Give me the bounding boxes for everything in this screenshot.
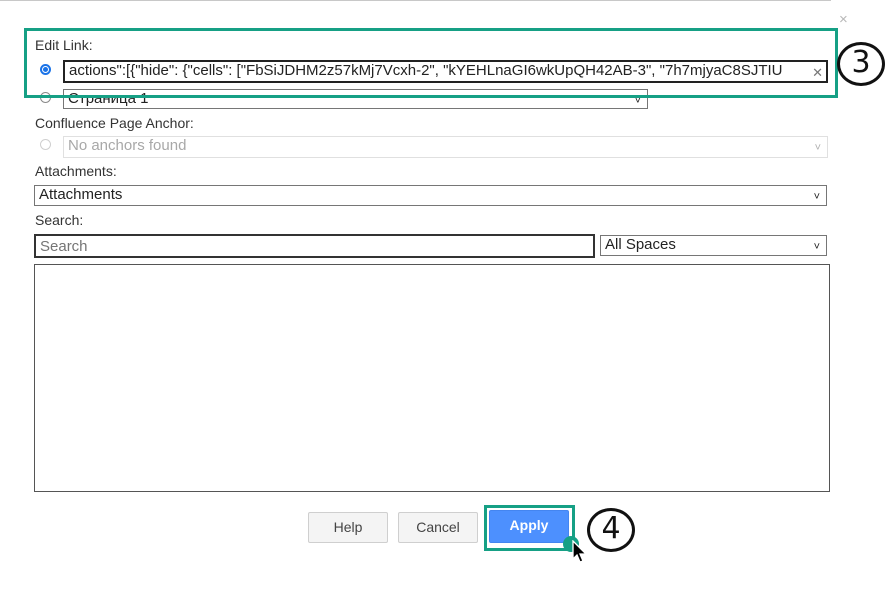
anchor-select: No anchors found ˅ — [63, 136, 828, 158]
spaces-select[interactable]: All Spaces ˅ — [600, 235, 827, 256]
chevron-down-icon: ˅ — [813, 241, 820, 253]
search-input[interactable] — [34, 234, 595, 258]
attachments-label: Attachments: — [35, 163, 117, 179]
search-label: Search: — [35, 212, 84, 228]
search-results-panel[interactable] — [34, 264, 830, 492]
apply-highlight — [484, 505, 575, 551]
close-icon[interactable]: × — [839, 12, 848, 28]
help-button[interactable]: Help — [308, 512, 388, 543]
anchor-select-value: No anchors found — [68, 137, 187, 154]
step-4-badge: 4 — [587, 508, 635, 552]
attachments-select[interactable]: Attachments ˅ — [34, 185, 827, 206]
chevron-down-icon: ˅ — [814, 142, 821, 154]
spaces-select-value: All Spaces — [605, 236, 676, 253]
anchor-radio — [40, 139, 51, 150]
mouse-cursor-icon — [572, 540, 588, 563]
dialog-top-border — [0, 0, 831, 1]
attachments-select-value: Attachments — [39, 186, 123, 203]
step-3-badge: 3 — [837, 42, 885, 86]
cancel-button[interactable]: Cancel — [398, 512, 478, 543]
chevron-down-icon: ˅ — [813, 191, 820, 203]
anchor-label: Confluence Page Anchor: — [35, 115, 194, 131]
edit-link-highlight — [24, 28, 838, 98]
